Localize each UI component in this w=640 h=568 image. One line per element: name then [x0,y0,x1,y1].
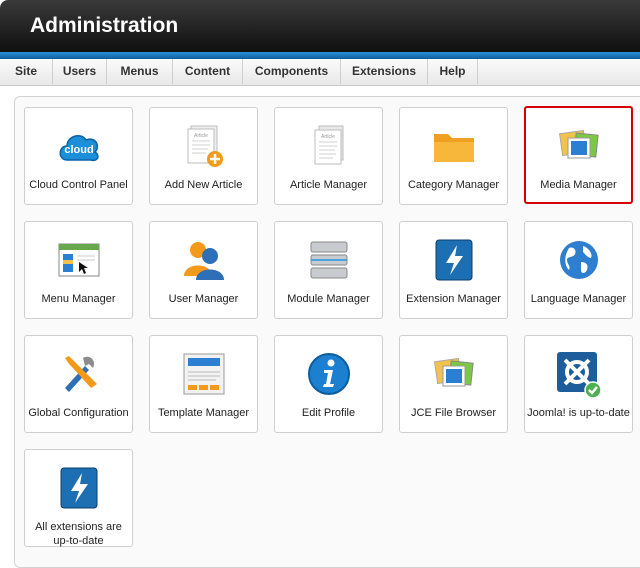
extension-icon [435,239,472,281]
add-article-icon: Article [187,125,223,167]
menu-components[interactable]: Components [243,59,341,84]
tile-jce-file-browser[interactable]: JCE File Browser [399,335,508,433]
tile-label: Add New Article [164,179,243,191]
tile-category-manager[interactable]: Category Manager [399,107,508,205]
info-icon [307,353,350,395]
menu-menus[interactable]: Menus [107,59,173,84]
tile-article-manager[interactable]: Article Article Manager [274,107,383,205]
menu-users[interactable]: Users [53,59,107,84]
file-browser-icon [433,357,474,387]
tile-label: Module Manager [287,293,370,305]
tile-all-extensions-up-to-date[interactable]: All extensions are up-to-date [24,449,133,547]
cloud-icon: cloud [59,135,99,162]
tile-extension-manager[interactable]: Extension Manager [399,221,508,319]
admin-header: Administration [0,0,640,52]
tile-template-manager[interactable]: Template Manager [149,335,258,433]
extension-icon [60,467,97,509]
tile-label: Menu Manager [41,293,116,305]
tile-cloud-control-panel[interactable]: cloud Cloud Control Panel [24,107,133,205]
tile-label: All extensions are up-to-date [35,521,122,547]
tile-media-manager[interactable]: Media Manager [524,106,633,204]
tile-edit-profile[interactable]: Edit Profile [274,335,383,433]
tile-label: Article Manager [289,179,368,191]
tile-label: Media Manager [540,179,617,191]
module-icon [310,241,347,279]
tile-label: Global Configuration [28,407,129,419]
tile-label: JCE File Browser [411,407,496,419]
tile-label: Joomla! is up-to-date [527,407,630,419]
tools-icon [64,356,97,392]
media-icon [558,129,599,159]
tile-label: Template Manager [157,407,250,419]
page-title: Administration [30,14,179,37]
cloud-icon-text: cloud [64,144,93,156]
main-menu-bar: Site Users Menus Content Components Exte… [0,59,640,86]
folder-icon [433,134,474,162]
menu-site[interactable]: Site [0,59,53,84]
tile-label: Category Manager [407,179,500,191]
tile-language-manager[interactable]: Language Manager [524,221,633,319]
menu-extensions[interactable]: Extensions [341,59,428,84]
users-icon [183,242,224,280]
joomla-check-icon [556,352,602,398]
menu-help[interactable]: Help [428,59,478,84]
globe-icon [559,241,598,279]
tile-label: Edit Profile [301,407,356,419]
tile-joomla-up-to-date[interactable]: Joomla! is up-to-date [524,335,633,433]
tile-module-manager[interactable]: Module Manager [274,221,383,319]
menu-content[interactable]: Content [173,59,243,84]
tile-add-new-article[interactable]: Article Add New Article [149,107,258,205]
tile-global-configuration[interactable]: Global Configuration [24,335,133,433]
tile-label: Extension Manager [406,293,501,305]
doc-word: Article [194,133,208,139]
template-icon [183,353,224,395]
doc-word: Article [321,134,335,140]
menu-window-icon [58,243,99,277]
header-accent-bar [0,52,640,59]
tile-label: Language Manager [530,293,627,305]
tile-label: User Manager [168,293,239,305]
tile-user-manager[interactable]: User Manager [149,221,258,319]
article-manager-icon: Article [314,125,343,165]
tile-menu-manager[interactable]: Menu Manager [24,221,133,319]
tile-label: Cloud Control Panel [29,179,128,191]
